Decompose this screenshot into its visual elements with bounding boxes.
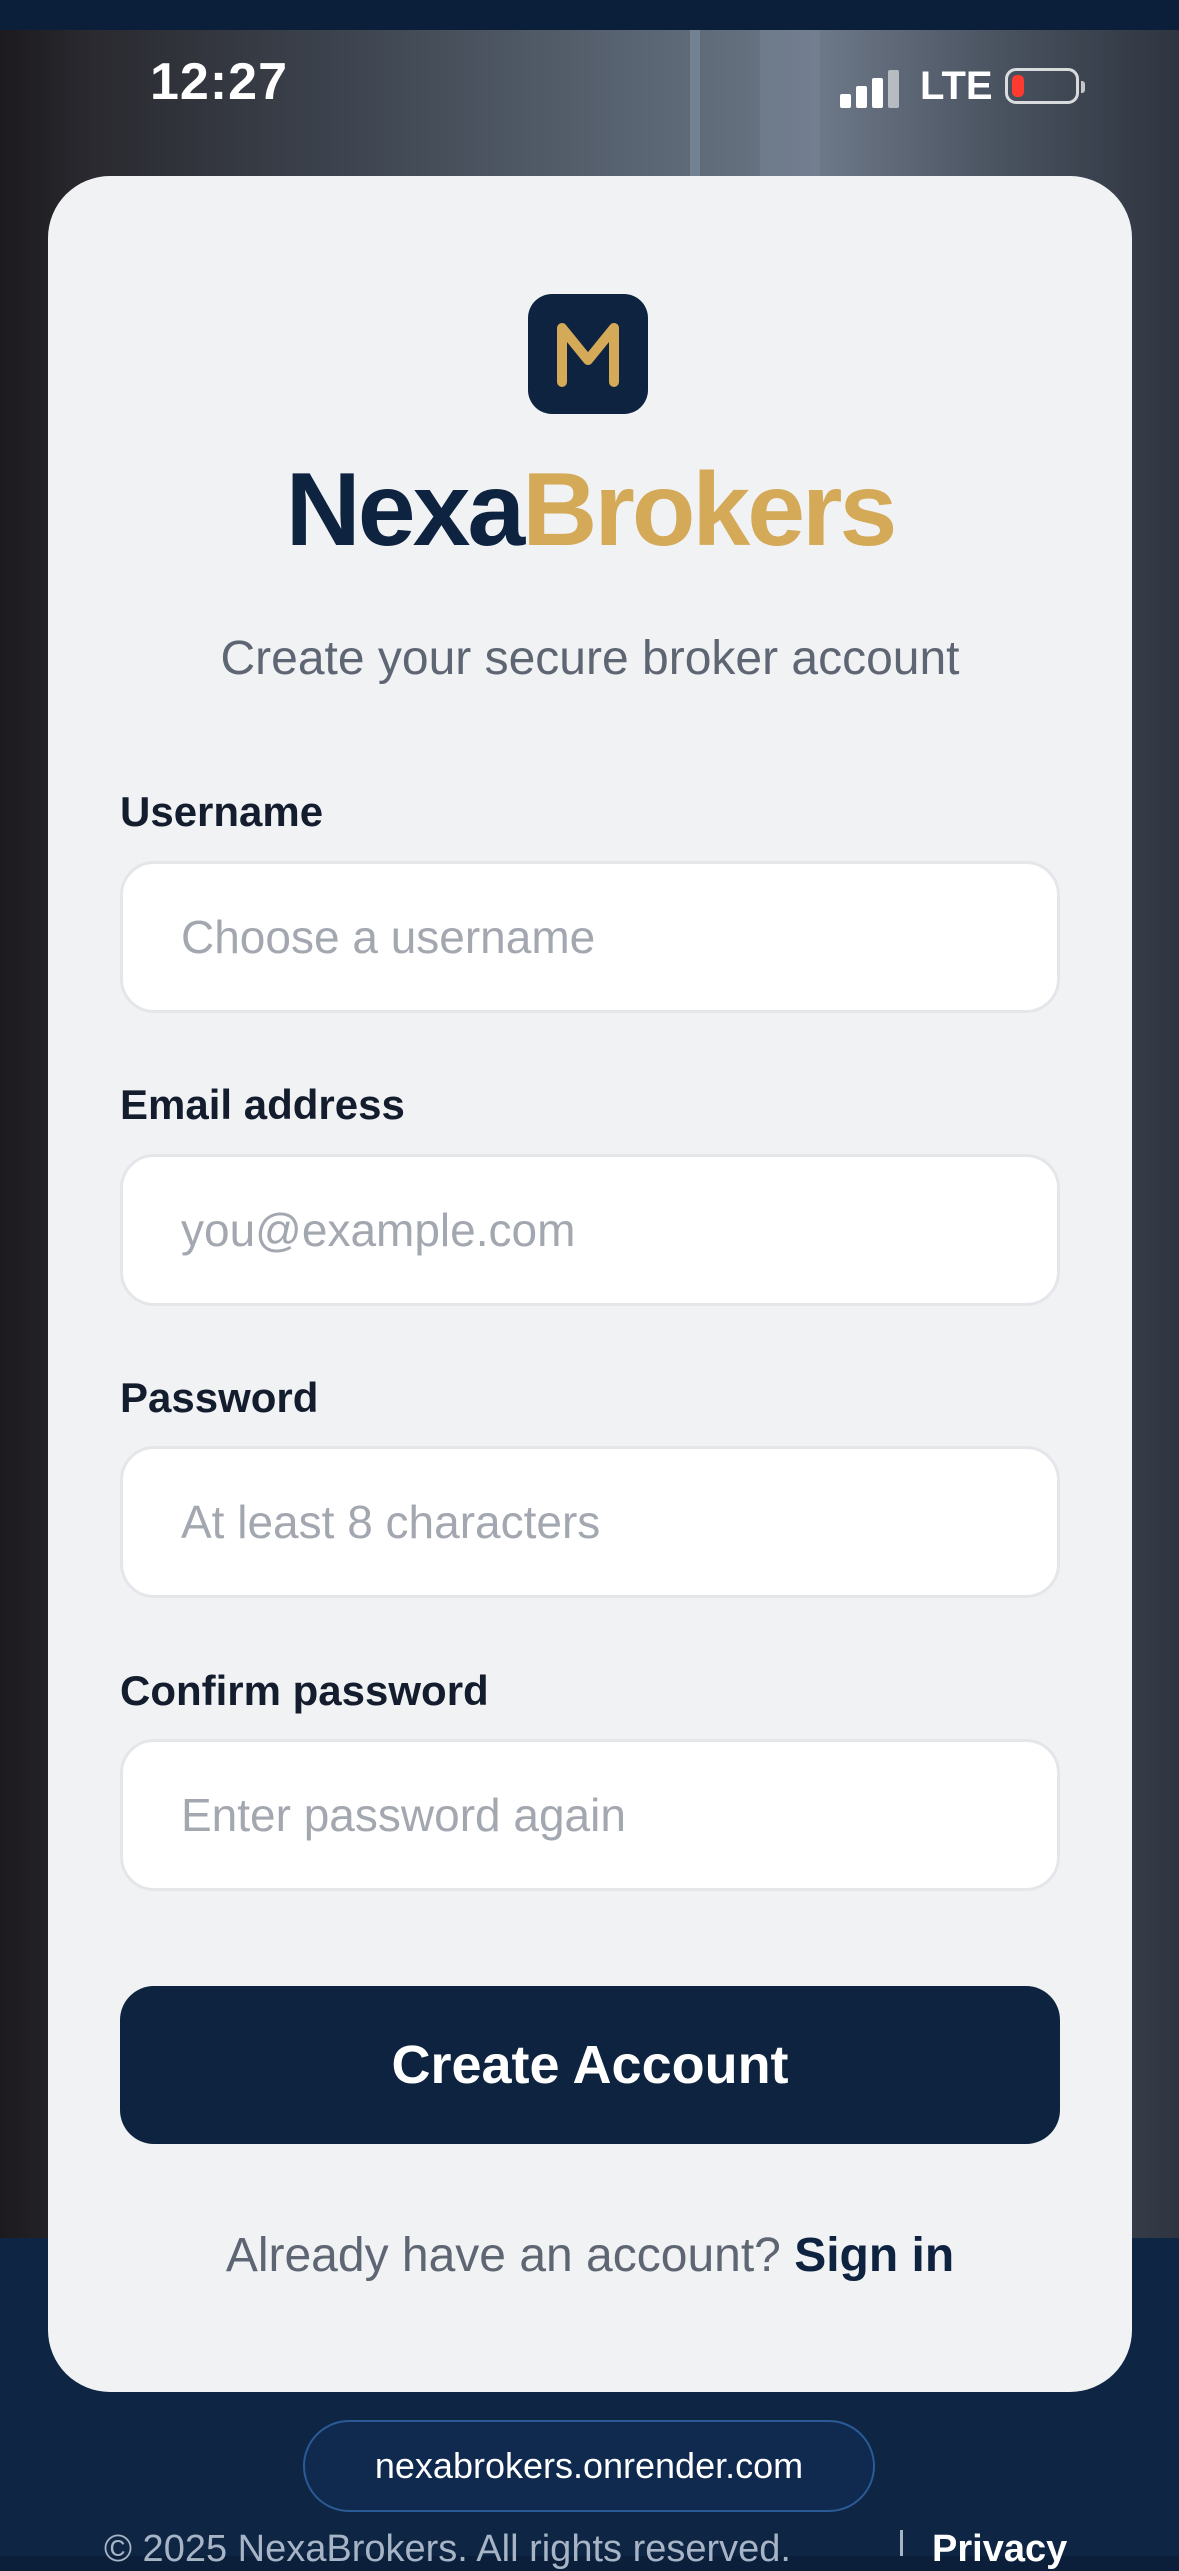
username-label: Username bbox=[120, 788, 324, 835]
brand-name-part2: Brokers bbox=[522, 452, 897, 568]
brand-logo bbox=[528, 294, 648, 414]
cellular-signal-icon bbox=[840, 68, 900, 108]
signin-prompt: Already have an account? bbox=[225, 2229, 781, 2282]
password-label: Password bbox=[120, 1374, 319, 1421]
network-type: LTE bbox=[920, 64, 993, 108]
footer-divider bbox=[900, 2530, 903, 2556]
signup-card: NexaBrokers Create your secure broker ac… bbox=[48, 176, 1132, 2392]
confirm-password-label: Confirm password bbox=[120, 1667, 489, 1714]
top-edge bbox=[0, 0, 1179, 30]
url-text: nexabrokers.onrender.com bbox=[374, 2445, 804, 2486]
footer-copyright: © 2025 NexaBrokers. All rights reserved. bbox=[104, 2528, 791, 2570]
confirm-password-input[interactable] bbox=[120, 1739, 1060, 1891]
email-label: Email address bbox=[120, 1081, 405, 1128]
create-account-button[interactable]: Create Account bbox=[120, 1986, 1060, 2144]
page-subtitle: Create your secure broker account bbox=[220, 632, 960, 685]
battery-icon bbox=[1005, 68, 1085, 104]
password-input[interactable] bbox=[120, 1446, 1060, 1598]
status-time: 12:27 bbox=[150, 53, 288, 111]
signin-row: Already have an account? Sign in bbox=[48, 2228, 1132, 2283]
brand-name-part1: Nexa bbox=[285, 452, 526, 568]
footer-privacy-link[interactable]: Privacy bbox=[932, 2528, 1067, 2571]
signin-link[interactable]: Sign in bbox=[794, 2229, 954, 2282]
browser-url-bar[interactable]: nexabrokers.onrender.com bbox=[303, 2420, 875, 2512]
email-input[interactable] bbox=[120, 1154, 1060, 1306]
m-logo-icon bbox=[557, 323, 619, 387]
username-input[interactable] bbox=[120, 861, 1060, 1013]
battery-level bbox=[1012, 75, 1024, 97]
brand-name: NexaBrokers bbox=[48, 451, 1132, 570]
